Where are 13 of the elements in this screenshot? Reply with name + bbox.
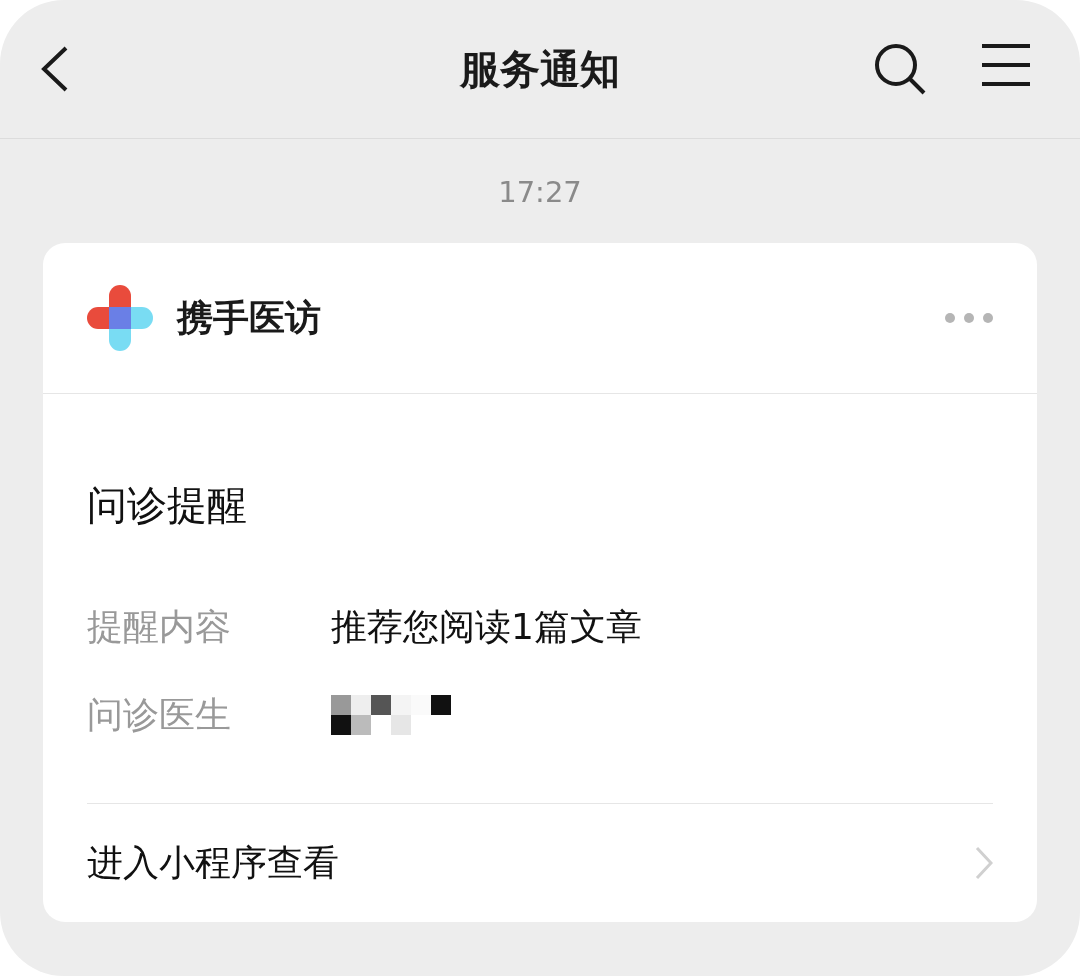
menu-icon	[982, 43, 1030, 87]
field-label: 问诊医生	[87, 692, 232, 737]
search-button[interactable]	[874, 43, 926, 95]
cross-logo-icon	[87, 285, 153, 351]
field-label: 提醒内容	[87, 604, 232, 649]
open-mini-program-link[interactable]: 进入小程序查看	[87, 803, 993, 922]
chevron-right-icon	[975, 846, 993, 880]
search-icon	[874, 43, 926, 95]
notification-title: 问诊提醒	[87, 481, 248, 530]
message-time: 17:27	[498, 175, 582, 209]
app-name: 携手医访	[177, 295, 322, 340]
page-title: 服务通知	[460, 45, 620, 92]
field-value: 推荐您阅读1篇文章	[331, 604, 642, 649]
